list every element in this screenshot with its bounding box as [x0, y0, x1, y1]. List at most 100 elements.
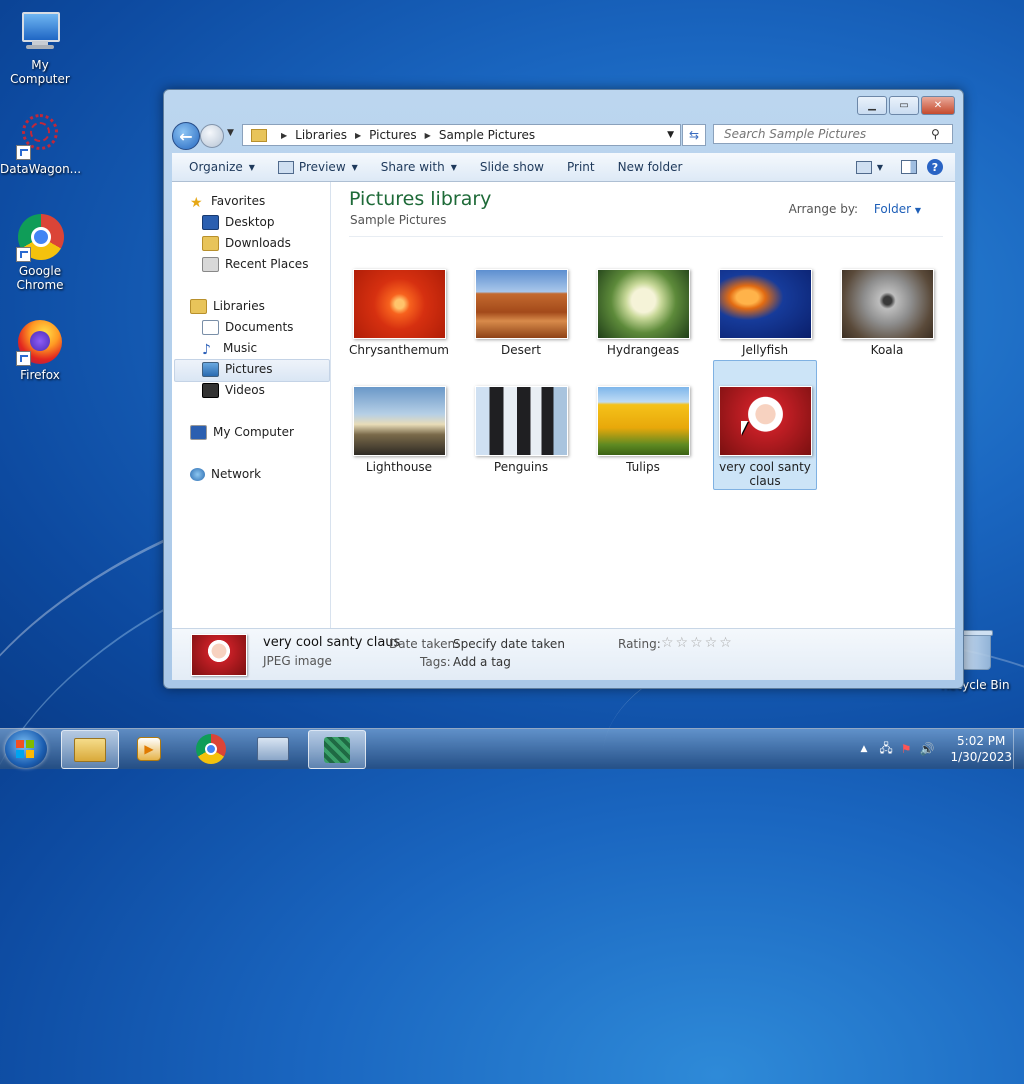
maximize-icon: ▭	[899, 100, 909, 111]
nav-label: Music	[223, 341, 258, 355]
arrange-by-value: Folder	[873, 202, 912, 216]
close-icon: ✕	[933, 100, 943, 111]
slide-show-button[interactable]: Slide show	[480, 160, 544, 174]
new-folder-button[interactable]: New folder	[618, 160, 683, 174]
taskbar-chrome-button[interactable]	[183, 730, 239, 767]
share-with-button[interactable]: Share with ▼	[381, 160, 457, 174]
search-box[interactable]: ⚲	[713, 124, 953, 144]
taskbar-app-button[interactable]	[245, 730, 301, 767]
taskbar-media-player-button[interactable]: ▶	[121, 730, 177, 767]
nav-item-videos[interactable]: Videos	[202, 380, 265, 400]
preview-label: Preview	[298, 160, 346, 174]
start-button[interactable]	[5, 730, 47, 768]
nav-item-downloads[interactable]: Downloads	[202, 233, 291, 253]
nav-item-desktop[interactable]: Desktop	[202, 212, 275, 232]
taskbar-datawagon-button[interactable]	[308, 730, 366, 769]
rating-stars[interactable]: ☆☆☆☆☆	[661, 635, 734, 651]
folder-icon	[74, 737, 106, 762]
clock[interactable]: 5:02 PM 1/30/2023	[950, 733, 1012, 765]
organize-label: Organize	[189, 160, 243, 174]
file-item-chrysanthemum[interactable]: Chrysanthemum	[347, 269, 451, 357]
libraries-icon	[190, 298, 207, 314]
videos-icon	[202, 382, 219, 398]
file-item-santy-claus[interactable]: very cool santy claus	[713, 360, 817, 490]
breadcrumb-sample-pictures[interactable]: Sample Pictures	[439, 128, 535, 142]
clock-date: 1/30/2023	[950, 750, 1012, 764]
preview-pane-icon[interactable]	[901, 160, 917, 174]
firefox-icon	[16, 318, 64, 366]
show-hidden-icons-icon[interactable]: ▲	[860, 744, 867, 754]
maximize-button[interactable]: ▭	[889, 96, 919, 115]
nav-item-favorites[interactable]: ★ Favorites	[190, 191, 265, 211]
file-item-hydrangeas[interactable]: Hydrangeas	[591, 269, 695, 357]
file-item-koala[interactable]: Koala	[835, 269, 939, 357]
desktop-icon-firefox[interactable]: Firefox	[0, 318, 80, 382]
print-button[interactable]: Print	[567, 160, 595, 174]
desktop-icon-label: Google Chrome	[16, 264, 64, 292]
nav-item-documents[interactable]: Documents	[202, 317, 293, 337]
desktop-icon-my-computer[interactable]: My Computer	[0, 8, 80, 86]
chevron-down-icon[interactable]: ▼	[667, 130, 674, 140]
breadcrumb-libraries[interactable]: Libraries	[295, 128, 347, 142]
desktop-icon-datawagon[interactable]: DataWagon...	[0, 112, 82, 176]
refresh-button[interactable]: ⇆	[682, 124, 706, 146]
file-item-lighthouse[interactable]: Lighthouse	[347, 386, 451, 474]
taskbar-explorer-button[interactable]	[61, 730, 119, 769]
file-name: Chrysanthemum	[349, 343, 449, 357]
forward-button[interactable]	[200, 124, 224, 148]
show-desktop-button[interactable]	[1013, 729, 1024, 769]
chevron-right-icon[interactable]: ▶	[425, 131, 431, 140]
details-thumbnail	[191, 634, 247, 676]
search-input[interactable]	[722, 126, 931, 142]
minimize-button[interactable]: ▁	[857, 96, 887, 115]
file-item-penguins[interactable]: Penguins	[469, 386, 573, 474]
network-icon[interactable]: 🖧	[879, 739, 892, 760]
search-icon[interactable]: ⚲	[931, 127, 940, 141]
file-name: very cool santy claus	[719, 460, 811, 488]
desktop-icon-chrome[interactable]: Google Chrome	[0, 214, 80, 292]
desktop-icon-label: DataWagon...	[0, 162, 82, 176]
arrange-by-dropdown[interactable]: Folder ▼	[874, 202, 921, 216]
tags-label: Tags:	[420, 655, 451, 669]
volume-icon[interactable]: 🔊	[920, 742, 935, 756]
nav-item-libraries[interactable]: Libraries	[190, 296, 265, 316]
chevron-right-icon[interactable]: ▶	[281, 131, 287, 140]
recent-pages-button[interactable]: ▼	[227, 128, 234, 138]
nav-item-recent-places[interactable]: Recent Places	[202, 254, 308, 274]
breadcrumb-pictures[interactable]: Pictures	[369, 128, 417, 142]
help-icon[interactable]: ?	[927, 159, 943, 175]
file-item-desert[interactable]: Desert	[469, 269, 573, 357]
chevron-right-icon[interactable]: ▶	[355, 131, 361, 140]
tags-value[interactable]: Add a tag	[453, 655, 511, 669]
date-taken-value[interactable]: Specify date taken	[453, 637, 565, 651]
network-icon	[190, 467, 205, 481]
nav-item-pictures[interactable]: Pictures	[202, 359, 273, 379]
chevron-down-icon: ▼	[248, 162, 255, 172]
explorer-window[interactable]: ▁ ▭ ✕ ← ▼ ▶ Libraries ▶ Pictures ▶ Sampl…	[163, 89, 964, 689]
nav-label: Recent Places	[225, 257, 309, 271]
chevron-down-icon: ▼	[914, 206, 921, 215]
keyboard-window-icon	[257, 736, 289, 761]
nav-item-my-computer[interactable]: My Computer	[190, 422, 294, 442]
back-button[interactable]: ←	[172, 122, 200, 150]
view-options-icon[interactable]	[855, 160, 872, 174]
thumbnail-image	[474, 386, 568, 456]
thumbnail-image	[718, 386, 812, 456]
nav-item-music[interactable]: ♪ Music	[202, 338, 257, 358]
nav-item-network[interactable]: Network	[190, 464, 261, 484]
file-item-tulips[interactable]: Tulips	[591, 386, 695, 474]
thumbnail-image	[596, 269, 690, 339]
chevron-down-icon[interactable]: ▼	[877, 163, 883, 172]
desktop-icon	[202, 214, 219, 230]
file-name: Koala	[870, 343, 904, 357]
address-bar[interactable]: ▶ Libraries ▶ Pictures ▶ Sample Pictures…	[242, 124, 681, 146]
thumbnail-image	[718, 269, 812, 339]
file-item-jellyfish[interactable]: Jellyfish	[713, 269, 817, 357]
close-button[interactable]: ✕	[921, 96, 955, 115]
organize-button[interactable]: Organize ▼	[189, 160, 255, 174]
explorer-content: ★ Favorites Desktop Downloads Recent Plac…	[172, 182, 955, 628]
preview-icon	[277, 160, 294, 174]
action-center-icon[interactable]: ⚑	[901, 742, 912, 756]
file-view: Pictures library Sample Pictures Arrange…	[331, 182, 955, 628]
preview-button[interactable]: Preview ▼	[277, 160, 358, 174]
